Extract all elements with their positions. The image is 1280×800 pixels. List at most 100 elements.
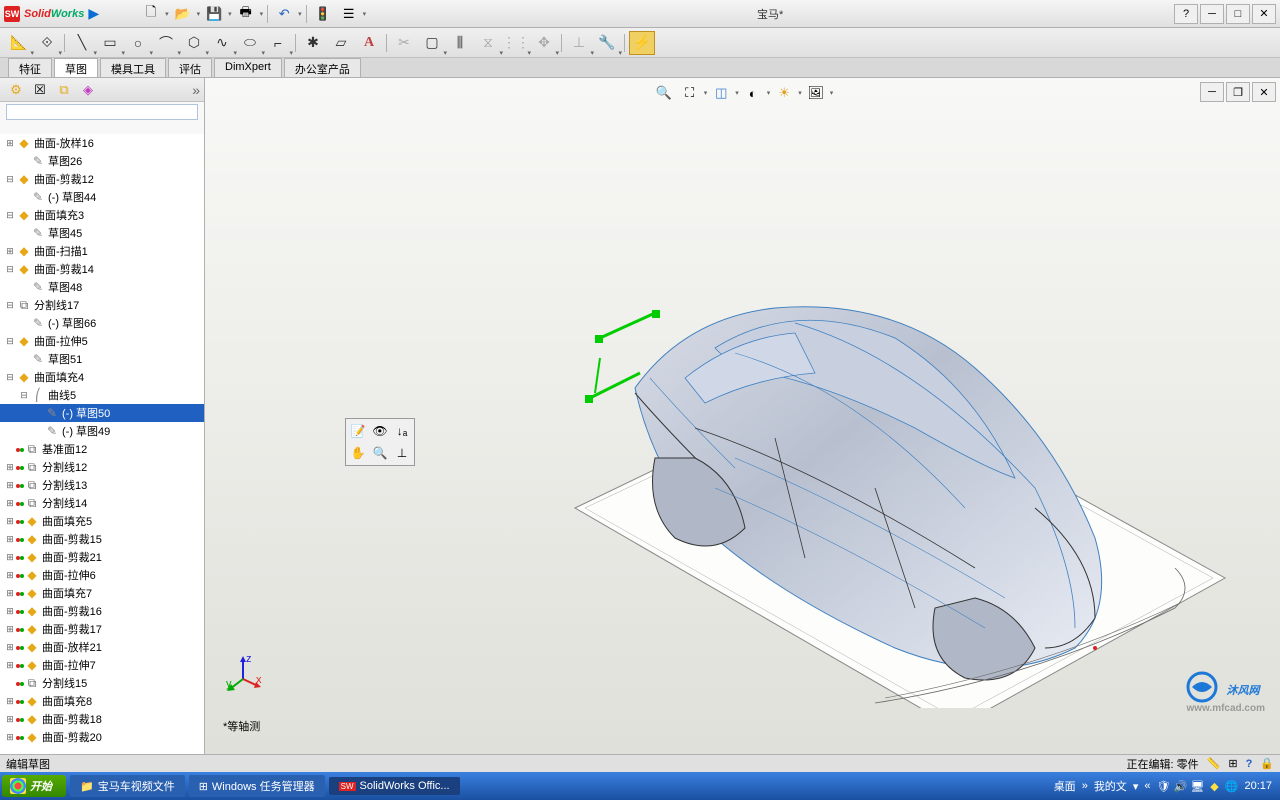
mirror-icon[interactable]: ⧖▾ — [475, 31, 501, 55]
tree-item[interactable]: ⊞◆曲面-剪裁16 — [0, 602, 204, 620]
status-unit-icon[interactable]: 📏 — [1207, 757, 1221, 770]
status-help-icon[interactable]: ? — [1246, 758, 1253, 770]
view-orientation-icon[interactable]: ◫ — [709, 82, 733, 104]
status-lock-icon[interactable]: 🔒 — [1260, 757, 1274, 770]
tree-item[interactable]: ⊟⧉分割线17 — [0, 296, 204, 314]
command-tab[interactable]: 办公室产品 — [284, 58, 361, 77]
ctx-zoom-icon[interactable]: 🔍 — [370, 443, 390, 463]
tree-item[interactable]: ⊟◆曲面-拉伸5 — [0, 332, 204, 350]
tree-item[interactable]: ⊞⧉分割线12 — [0, 458, 204, 476]
ctx-hand-icon[interactable]: ✋ — [348, 443, 368, 463]
tree-item[interactable]: ✎草图26 — [0, 152, 204, 170]
vp-restore-button[interactable]: ❐ — [1226, 82, 1250, 102]
tree-item[interactable]: ⊞◆曲面-剪裁18 — [0, 710, 204, 728]
ctx-normal-to-icon[interactable]: ↓ₐ — [392, 421, 412, 441]
point-icon[interactable]: ✱ — [300, 31, 326, 55]
trim-icon[interactable]: ✂ — [391, 31, 417, 55]
tree-item[interactable]: ✎草图51 — [0, 350, 204, 368]
tray-app-icon[interactable]: ◆ — [1207, 779, 1221, 793]
smart-dim-icon[interactable]: ⟐▾ — [34, 31, 60, 55]
tree-item[interactable]: ⧉分割线15 — [0, 674, 204, 692]
command-tab[interactable]: 评估 — [168, 58, 212, 77]
tray-expand-icon[interactable]: « — [1144, 780, 1150, 792]
tree-item[interactable]: ⊟◆曲面填充4 — [0, 368, 204, 386]
ctx-ref-icon[interactable]: ⊥ — [392, 443, 412, 463]
viewport-3d[interactable]: 🔍 ⛶▾ ◫▾ ◐▾ ☀▾ 🖼▾ ─ ❐ ✕ 📝 👁 ↓ₐ ✋ 🔍 ⊥ — [205, 78, 1280, 754]
taskbar-item[interactable]: 📁宝马车视频文件 — [70, 775, 185, 797]
tree-item[interactable]: ⊞◆曲面-拉伸6 — [0, 566, 204, 584]
tray-volume-icon[interactable]: 🔊 — [1173, 779, 1187, 793]
print-icon[interactable]: 🖶 — [234, 3, 258, 25]
rectangle-icon[interactable]: ▭▾ — [97, 31, 123, 55]
feature-tree[interactable]: ⊞◆曲面-放样16✎草图26⊟◆曲面-剪裁12✎(-) 草图44⊟◆曲面填充3✎… — [0, 134, 204, 754]
offset-icon[interactable]: ⫼ — [447, 31, 473, 55]
command-tab[interactable]: 模具工具 — [100, 58, 166, 77]
tree-item[interactable]: ⊞◆曲面-剪裁21 — [0, 548, 204, 566]
polygon-icon[interactable]: ⬡▾ — [181, 31, 207, 55]
tray-display-icon[interactable]: 🖥 — [1190, 779, 1204, 793]
tree-item[interactable]: ✎(-) 草图50 — [0, 404, 204, 422]
text-icon[interactable]: A — [356, 31, 382, 55]
minimize-button[interactable]: ─ — [1200, 4, 1224, 24]
tree-item[interactable]: ✎(-) 草图66 — [0, 314, 204, 332]
display-style-icon[interactable]: ◐ — [741, 82, 765, 104]
tree-item[interactable]: ✎草图48 — [0, 278, 204, 296]
tree-item[interactable]: ⧉基准面12 — [0, 440, 204, 458]
appearance-icon[interactable]: 🖼 — [804, 82, 828, 104]
dimxpert-tab-icon[interactable]: ◈ — [76, 80, 100, 100]
circle-icon[interactable]: ○▾ — [125, 31, 151, 55]
panel-expand-icon[interactable]: » — [192, 82, 200, 98]
move-icon[interactable]: ✥▾ — [531, 31, 557, 55]
quick-snap-icon[interactable]: ⚡ — [629, 31, 655, 55]
tree-filter-input[interactable] — [6, 104, 198, 120]
sketch-icon[interactable]: 📐▾ — [6, 31, 32, 55]
tree-item[interactable]: ✎草图45 — [0, 224, 204, 242]
close-button[interactable]: ✕ — [1252, 4, 1276, 24]
tree-item[interactable]: ⊞◆曲面-剪裁15 — [0, 530, 204, 548]
open-icon[interactable]: 📂 — [171, 3, 195, 25]
tree-item[interactable]: ⊞⧉分割线14 — [0, 494, 204, 512]
start-button[interactable]: 开始 — [2, 775, 66, 797]
tree-item[interactable]: ⊟⎛曲线5 — [0, 386, 204, 404]
vp-minimize-button[interactable]: ─ — [1200, 82, 1224, 102]
links-icon[interactable]: » — [1082, 780, 1088, 792]
undo-icon[interactable]: ↶ — [272, 3, 296, 25]
orientation-triad-icon[interactable]: z x y — [223, 654, 263, 694]
tree-item[interactable]: ⊟◆曲面-剪裁12 — [0, 170, 204, 188]
tray-desktop-link[interactable]: 桌面 — [1054, 778, 1076, 794]
zoom-area-icon[interactable]: ⛶ — [678, 82, 702, 104]
tree-item[interactable]: ⊞◆曲面填充7 — [0, 584, 204, 602]
ellipse-icon[interactable]: ⬭▾ — [237, 31, 263, 55]
convert-icon[interactable]: ▢▾ — [419, 31, 445, 55]
spline-icon[interactable]: ∿▾ — [209, 31, 235, 55]
vp-close-button[interactable]: ✕ — [1252, 82, 1276, 102]
line-icon[interactable]: ╲▾ — [69, 31, 95, 55]
tree-item[interactable]: ⊞◆曲面-放样21 — [0, 638, 204, 656]
pattern-icon[interactable]: ⋮⋮▾ — [503, 31, 529, 55]
arc-icon[interactable]: ⌒▾ — [153, 31, 179, 55]
plane-icon[interactable]: ▱ — [328, 31, 354, 55]
tray-net-icon[interactable]: 🌐 — [1224, 779, 1238, 793]
options-icon[interactable]: ☰ — [337, 3, 361, 25]
help-button[interactable]: ? — [1174, 4, 1198, 24]
taskbar-item[interactable]: SWSolidWorks Offic... — [329, 777, 460, 795]
tree-item[interactable]: ⊞◆曲面填充8 — [0, 692, 204, 710]
tree-item[interactable]: ⊞◆曲面-拉伸7 — [0, 656, 204, 674]
new-icon[interactable]: 🗋 — [139, 3, 163, 25]
repair-icon[interactable]: 🔧▾ — [594, 31, 620, 55]
tray-mydocs-link[interactable]: 我的文 — [1094, 778, 1127, 794]
tree-item[interactable]: ⊞◆曲面-剪裁17 — [0, 620, 204, 638]
property-manager-tab-icon[interactable]: ☒ — [28, 80, 52, 100]
maximize-button[interactable]: □ — [1226, 4, 1250, 24]
tree-item[interactable]: ⊞⧉分割线13 — [0, 476, 204, 494]
ctx-edit-sketch-icon[interactable]: 📝 — [348, 421, 368, 441]
scene-icon[interactable]: ☀ — [772, 82, 796, 104]
zoom-fit-icon[interactable]: 🔍 — [652, 82, 676, 104]
command-tab[interactable]: DimXpert — [214, 58, 282, 77]
command-tab[interactable]: 特征 — [8, 58, 52, 77]
save-icon[interactable]: 💾 — [202, 3, 226, 25]
tree-item[interactable]: ⊟◆曲面-剪裁14 — [0, 260, 204, 278]
tree-item[interactable]: ⊞◆曲面填充5 — [0, 512, 204, 530]
tree-item[interactable]: ⊞◆曲面-扫描1 — [0, 242, 204, 260]
relation-icon[interactable]: ⊥▾ — [566, 31, 592, 55]
